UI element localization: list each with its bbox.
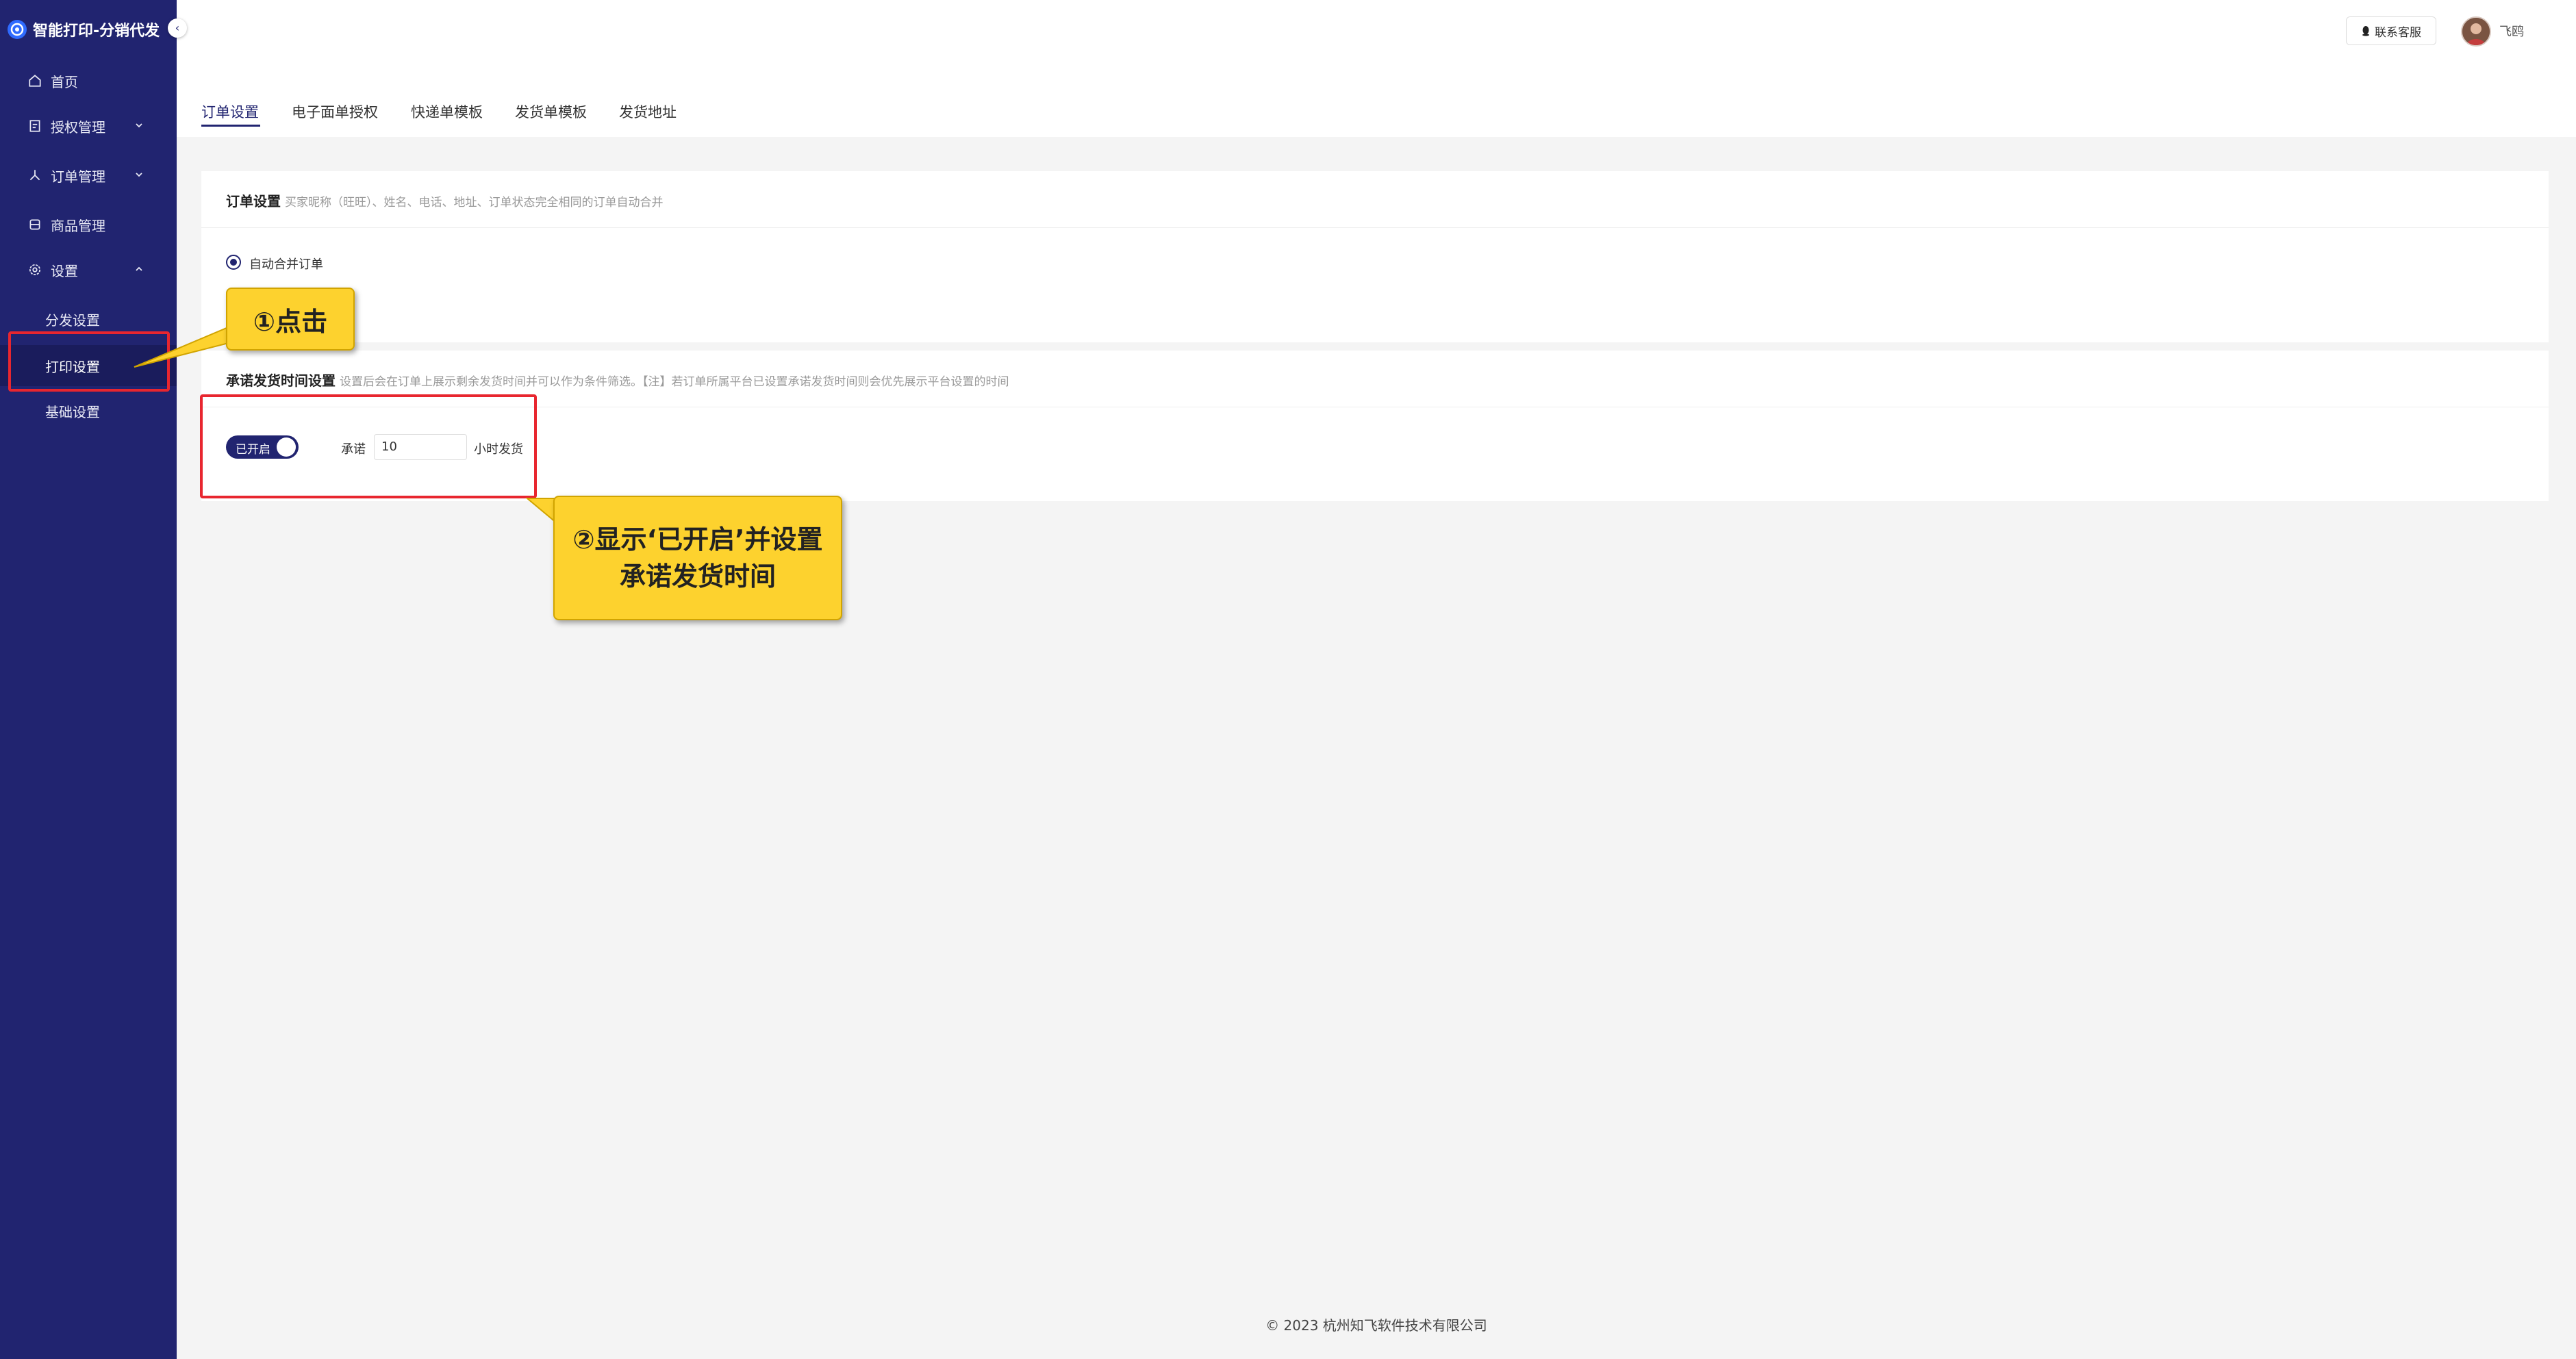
collapse-sidebar-button[interactable]: ‹ [168,18,187,38]
callout-enabled-set-time: ②显示‘已开启’并设置承诺发货时间 [553,496,842,620]
chevron-left-icon: ‹ [175,21,180,34]
callout-pointers [134,325,604,563]
callout-1-pointer [134,325,232,368]
callout-click: ①点击 [226,288,355,351]
